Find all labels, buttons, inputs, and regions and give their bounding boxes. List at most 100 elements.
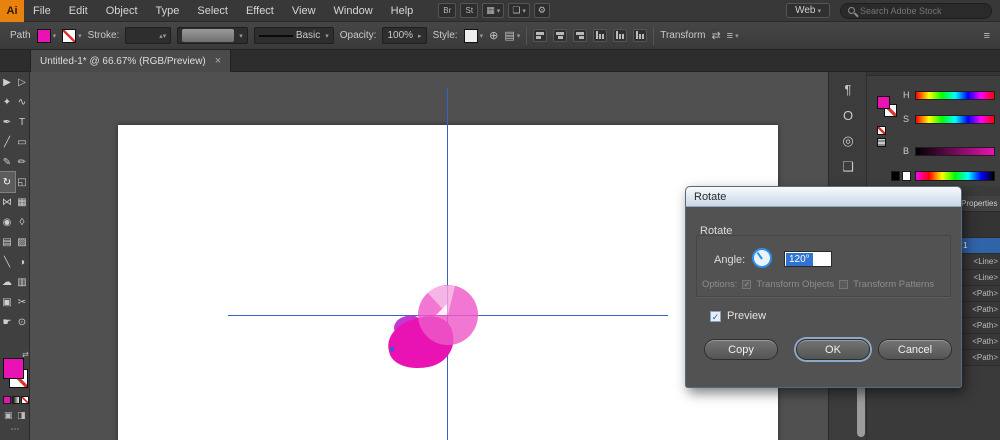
- globe-icon[interactable]: ⊕: [489, 29, 498, 42]
- dialog-title-bar[interactable]: Rotate: [686, 187, 961, 207]
- layer-row[interactable]: <Line>: [959, 254, 1000, 270]
- vertical-guide[interactable]: [447, 88, 448, 440]
- search-input[interactable]: [860, 5, 970, 16]
- artboard-tool[interactable]: ▣: [0, 292, 15, 312]
- gpu-performance-button[interactable]: ⚙: [533, 3, 550, 18]
- layer-row[interactable]: <Path>: [959, 350, 1000, 366]
- anchor-point[interactable]: [390, 347, 394, 351]
- stroke-weight-stepper[interactable]: ▴▾: [125, 27, 172, 44]
- properties-panel-tab[interactable]: Properties: [959, 196, 1000, 212]
- draw-normal-icon[interactable]: ▣: [4, 410, 13, 421]
- layer-row[interactable]: 1: [959, 238, 1000, 254]
- distribute-center-button[interactable]: [613, 29, 628, 42]
- scale-tool[interactable]: ◱: [15, 172, 30, 192]
- shuffle-icon[interactable]: ⇄: [711, 29, 720, 42]
- layer-row[interactable]: <Path>: [959, 286, 1000, 302]
- stroke-color-dropdown[interactable]: ▾: [62, 28, 82, 43]
- width-tool[interactable]: ⋈: [0, 192, 15, 212]
- screen-mode-button[interactable]: ❏ ▾: [508, 3, 530, 18]
- menu-view[interactable]: View: [283, 0, 325, 22]
- menu-type[interactable]: Type: [147, 0, 189, 22]
- saturation-slider[interactable]: [915, 114, 995, 124]
- layer-row[interactable]: <Path>: [959, 318, 1000, 334]
- shape-builder-tool[interactable]: ◉: [0, 212, 15, 232]
- color-mode-button[interactable]: [3, 396, 11, 404]
- fill-color-dropdown[interactable]: ▾: [36, 28, 56, 43]
- arrange-documents-button[interactable]: ▦ ▾: [482, 3, 505, 18]
- align-center-button[interactable]: [553, 29, 568, 42]
- hue-slider[interactable]: [915, 90, 995, 100]
- control-bar-options-icon[interactable]: ≡: [984, 30, 990, 42]
- menu-select[interactable]: Select: [188, 0, 237, 22]
- cancel-button[interactable]: Cancel: [878, 339, 952, 360]
- align-right-button[interactable]: [573, 29, 588, 42]
- panel-fill-swatch[interactable]: [877, 96, 890, 109]
- distribute-right-button[interactable]: [633, 29, 648, 42]
- rotate-tool[interactable]: ↻: [0, 171, 16, 193]
- copy-button[interactable]: Copy: [704, 339, 778, 360]
- symbol-sprayer-tool[interactable]: ☁: [0, 272, 15, 292]
- rotation-reference-point[interactable]: [436, 304, 447, 315]
- artwork-rotated-preview[interactable]: [418, 285, 478, 345]
- transform-panel-link[interactable]: Transform: [660, 30, 705, 41]
- stroke-style-dropdown[interactable]: Basic ▾: [253, 27, 334, 44]
- eyedropper-tool[interactable]: ╲: [0, 252, 15, 272]
- graphic-style-dropdown[interactable]: ▾: [463, 28, 483, 43]
- none-swatch[interactable]: [877, 126, 886, 135]
- close-icon[interactable]: ×: [215, 55, 221, 67]
- graphic-styles-panel-icon[interactable]: ❑: [829, 154, 867, 180]
- preview-checkbox[interactable]: ✓: [710, 310, 721, 322]
- blend-tool[interactable]: ◑: [15, 252, 30, 272]
- transform-objects-checkbox[interactable]: ✓: [742, 280, 752, 289]
- magic-wand-tool[interactable]: ✦: [0, 92, 15, 112]
- color-spectrum-ramp[interactable]: [915, 171, 995, 181]
- menu-file[interactable]: File: [24, 0, 60, 22]
- registration-swatch[interactable]: [877, 138, 886, 147]
- brightness-slider[interactable]: [915, 146, 995, 156]
- paragraph-panel-icon[interactable]: ¶: [829, 76, 867, 102]
- align-left-button[interactable]: [533, 29, 548, 42]
- menu-effect[interactable]: Effect: [237, 0, 283, 22]
- opentype-panel-icon[interactable]: O: [829, 102, 867, 128]
- draw-behind-icon[interactable]: ◨: [17, 410, 26, 421]
- workspace-switcher[interactable]: Web ▾: [786, 3, 830, 18]
- mesh-tool[interactable]: ▤: [0, 232, 15, 252]
- slice-tool[interactable]: ✂: [15, 292, 30, 312]
- hand-tool[interactable]: ☛: [0, 312, 15, 332]
- menu-object[interactable]: Object: [97, 0, 147, 22]
- gradient-mode-button[interactable]: [12, 396, 20, 404]
- pen-tool[interactable]: ✒: [0, 112, 15, 132]
- opacity-dropdown[interactable]: 100% ▸: [382, 27, 427, 44]
- menu-window[interactable]: Window: [325, 0, 382, 22]
- black-swatch[interactable]: [891, 171, 900, 181]
- angle-input[interactable]: 120°: [784, 251, 832, 267]
- bridge-button[interactable]: Br: [438, 3, 457, 18]
- column-graph-tool[interactable]: ▥: [15, 272, 30, 292]
- document-setup-dropdown[interactable]: ▤ ▾: [504, 29, 520, 42]
- layer-row[interactable]: <Path>: [959, 302, 1000, 318]
- zoom-tool[interactable]: ⊙: [15, 312, 30, 332]
- distribute-left-button[interactable]: [593, 29, 608, 42]
- panel-menu-button[interactable]: ≡ ▾: [727, 30, 739, 42]
- white-swatch[interactable]: [902, 171, 911, 181]
- rectangle-tool[interactable]: ▭: [15, 132, 30, 152]
- brush-definition-dropdown[interactable]: ▾: [177, 27, 248, 44]
- stock-search-box[interactable]: [840, 2, 992, 19]
- line-segment-tool[interactable]: ╱: [0, 132, 15, 152]
- menu-edit[interactable]: Edit: [60, 0, 97, 22]
- pencil-tool[interactable]: ✏: [15, 152, 30, 172]
- none-mode-button[interactable]: [21, 396, 29, 404]
- appearance-panel-icon[interactable]: ◎: [829, 128, 867, 154]
- menu-help[interactable]: Help: [382, 0, 423, 22]
- fill-color-box[interactable]: [3, 358, 24, 379]
- layer-row[interactable]: <Line>: [959, 270, 1000, 286]
- type-tool[interactable]: T: [15, 112, 30, 132]
- free-transform-tool[interactable]: ▦: [15, 192, 30, 212]
- direct-selection-tool[interactable]: ▷: [15, 72, 30, 92]
- angle-dial-icon[interactable]: [752, 248, 772, 268]
- transform-patterns-checkbox[interactable]: [839, 280, 849, 289]
- gradient-tool[interactable]: ▨: [15, 232, 30, 252]
- toolbar-overflow-icon[interactable]: ⋯: [0, 424, 30, 435]
- document-tab[interactable]: Untitled-1* @ 66.67% (RGB/Preview) ×: [30, 50, 232, 72]
- perspective-grid-tool[interactable]: ◊: [15, 212, 30, 232]
